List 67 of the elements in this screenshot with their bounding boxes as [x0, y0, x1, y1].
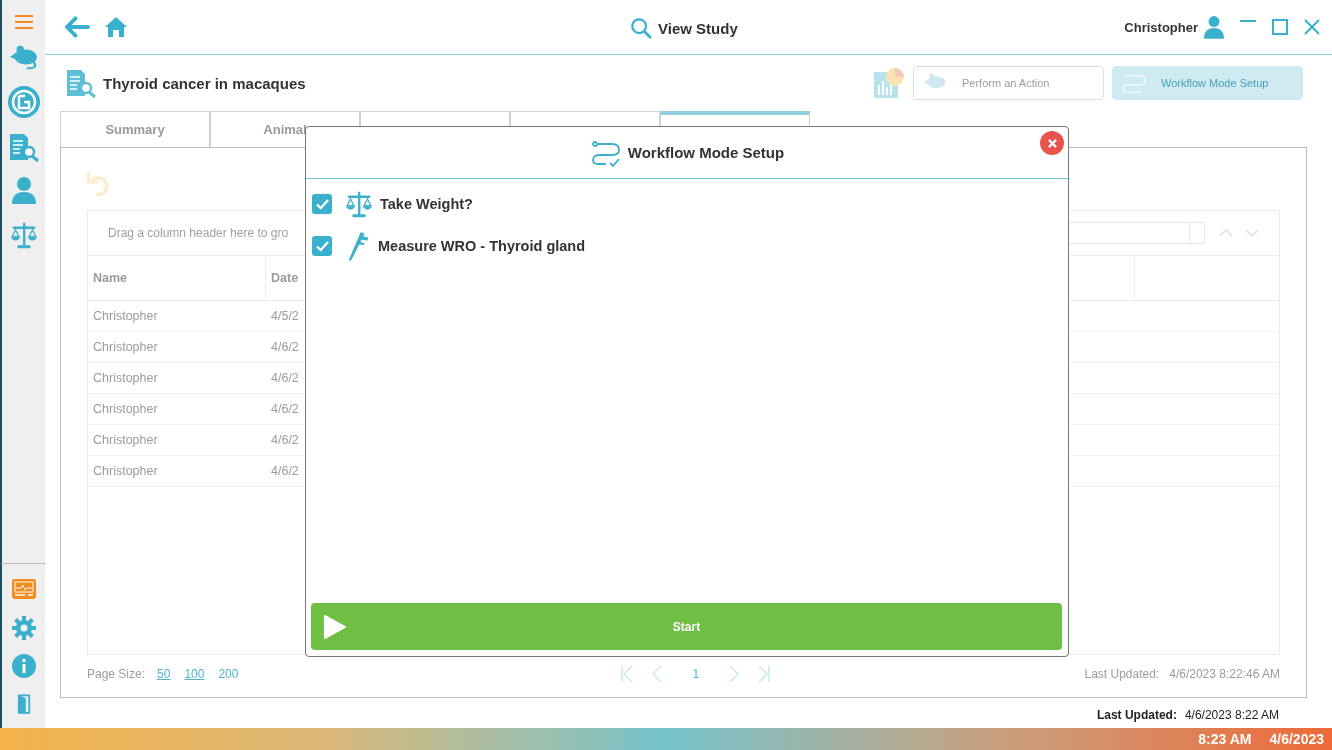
table-cell: 4/6/2 [271, 433, 299, 447]
last-updated-label: Last Updated: [1096, 708, 1177, 722]
tab[interactable]: Summary [60, 111, 210, 147]
checkbox[interactable] [312, 194, 332, 214]
page-size-link[interactable]: 200 [216, 667, 241, 681]
last-updated-time: 4/6/2023 8:22:46 AM [1169, 667, 1280, 681]
check-icon [315, 240, 329, 252]
back-arrow-icon[interactable] [63, 15, 90, 39]
step-label: Measure WRO - Thyroid gland [378, 238, 586, 254]
table-cell: Christopher [93, 371, 158, 385]
dialog-title: Workflow Mode Setup [627, 144, 785, 161]
chevron-up-icon[interactable] [1219, 228, 1233, 238]
user-name: Christopher [1124, 19, 1198, 35]
user-icon[interactable] [1204, 15, 1224, 39]
page-title: View Study [658, 19, 738, 37]
column-header[interactable]: Date [271, 271, 299, 285]
home-icon[interactable] [104, 16, 128, 38]
clock-time: 8:23 AM [1198, 731, 1252, 747]
column-header[interactable]: Name [93, 271, 128, 285]
person-icon[interactable] [11, 176, 36, 206]
close-icon [1047, 138, 1057, 148]
table-cell: Christopher [93, 340, 158, 354]
table-cell: 4/6/2 [271, 340, 299, 354]
scale-icon [344, 189, 374, 219]
last-updated-time: 4/6/2023 8:22 AM [1184, 708, 1279, 722]
study-title: Thyroid cancer in macaques [103, 74, 306, 92]
workflow-mode-button[interactable]: Workflow Mode Setup [1112, 66, 1303, 100]
document-search-icon[interactable] [7, 132, 40, 162]
settings-icon[interactable] [11, 616, 36, 640]
last-updated-label: Last Updated: [1084, 667, 1160, 681]
page-size-link[interactable]: 50 [155, 667, 173, 681]
group-hint: Drag a column header here to gro [108, 226, 289, 240]
rfid-icon[interactable] [7, 86, 40, 118]
chart-icon[interactable] [873, 67, 905, 99]
page-number[interactable]: 1 [680, 667, 712, 681]
monitor-icon[interactable] [10, 578, 37, 602]
perform-action-button[interactable]: Perform an Action [913, 66, 1104, 100]
table-cell: Christopher [93, 309, 158, 323]
checkbox[interactable] [312, 236, 332, 256]
last-page-icon[interactable] [757, 665, 772, 683]
page-size-link[interactable]: 100 [182, 667, 207, 681]
menu-icon[interactable] [14, 14, 33, 30]
previous-page-icon[interactable] [652, 665, 663, 683]
first-page-icon[interactable] [620, 665, 635, 683]
close-icon[interactable] [1304, 19, 1320, 35]
play-icon [323, 613, 347, 640]
table-cell: Christopher [93, 433, 158, 447]
table-cell: 4/6/2 [271, 464, 299, 478]
maximize-icon[interactable] [1272, 19, 1288, 35]
page-size-label: Page Size: [87, 667, 146, 681]
scale-icon [8, 220, 39, 250]
next-page-icon[interactable] [729, 665, 740, 683]
table-cell: Christopher [93, 464, 158, 478]
table-cell: 4/5/2 [271, 309, 299, 323]
table-cell: 4/6/2 [271, 371, 299, 385]
clock-date: 4/6/2023 [1269, 731, 1324, 747]
chevron-down-icon[interactable] [1245, 228, 1259, 238]
search-icon [630, 17, 652, 39]
exit-door-icon[interactable] [16, 692, 31, 716]
step-label: Take Weight? [380, 196, 473, 212]
table-cell: Christopher [93, 402, 158, 416]
close-button[interactable] [1040, 131, 1064, 155]
check-icon [315, 198, 329, 210]
table-cell: 4/6/2 [271, 402, 299, 416]
document-search-icon [65, 68, 97, 98]
start-button[interactable]: Start [311, 603, 1062, 650]
info-icon[interactable] [11, 654, 36, 678]
